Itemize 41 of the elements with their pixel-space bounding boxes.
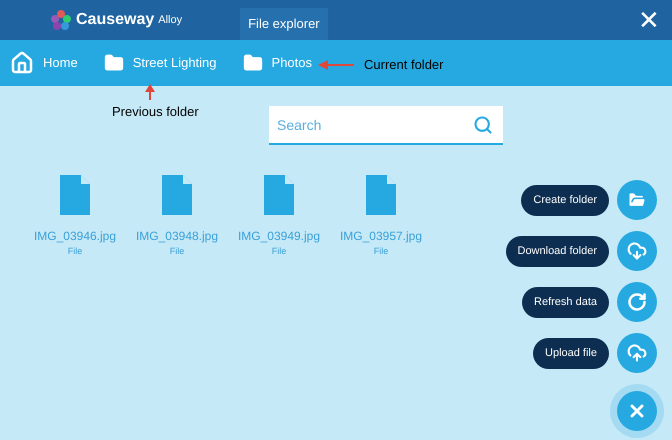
file-type: File: [68, 245, 82, 258]
home-icon: [10, 51, 34, 75]
file-type: File: [374, 245, 388, 258]
file-icon: [264, 175, 294, 215]
file-icon: [162, 175, 192, 215]
search-field[interactable]: Search: [269, 106, 503, 145]
cloud-download-icon: [627, 241, 647, 261]
search-icon: [473, 115, 493, 135]
action-button[interactable]: [617, 333, 657, 373]
file-type: File: [170, 245, 184, 258]
cloud-upload-icon: [627, 343, 647, 363]
file-name[interactable]: IMG_03948.jpg: [136, 227, 218, 245]
annotation-label: Current folder: [364, 56, 444, 74]
arrow-icon: [318, 60, 354, 70]
folder-icon: [242, 53, 263, 73]
file-name[interactable]: IMG_03957.jpg: [340, 227, 422, 245]
close-button[interactable]: ✕: [638, 7, 660, 33]
logo-icon: [50, 9, 72, 31]
logo-suffix: Alloy: [158, 12, 182, 28]
refresh-icon: [627, 292, 647, 312]
action-button[interactable]: [617, 180, 657, 220]
folder-icon: [104, 53, 124, 73]
breadcrumb-link[interactable]: Photos: [272, 53, 312, 73]
breadcrumb-link[interactable]: Home: [43, 53, 78, 73]
breadcrumb-link[interactable]: Street Lighting: [132, 53, 217, 73]
action-label[interactable]: Upload file: [533, 338, 609, 368]
action-label[interactable]: Create folder: [521, 184, 609, 216]
action-button[interactable]: [617, 231, 657, 271]
tab[interactable]: File explorer: [240, 8, 328, 40]
annotation-label: Previous folder: [112, 103, 199, 121]
file-name[interactable]: IMG_03949.jpg: [238, 227, 320, 245]
arrow-icon: [145, 84, 156, 100]
logo-text: Causeway: [76, 10, 154, 30]
action-label[interactable]: Download folder: [506, 236, 609, 266]
action-label[interactable]: Refresh data: [522, 286, 609, 318]
close-menu-button[interactable]: [617, 391, 657, 431]
file-type: File: [272, 245, 286, 258]
action-button[interactable]: [617, 282, 657, 322]
file-name[interactable]: IMG_03946.jpg: [34, 227, 116, 245]
file-icon: [366, 175, 396, 215]
file-icon: [60, 175, 90, 215]
